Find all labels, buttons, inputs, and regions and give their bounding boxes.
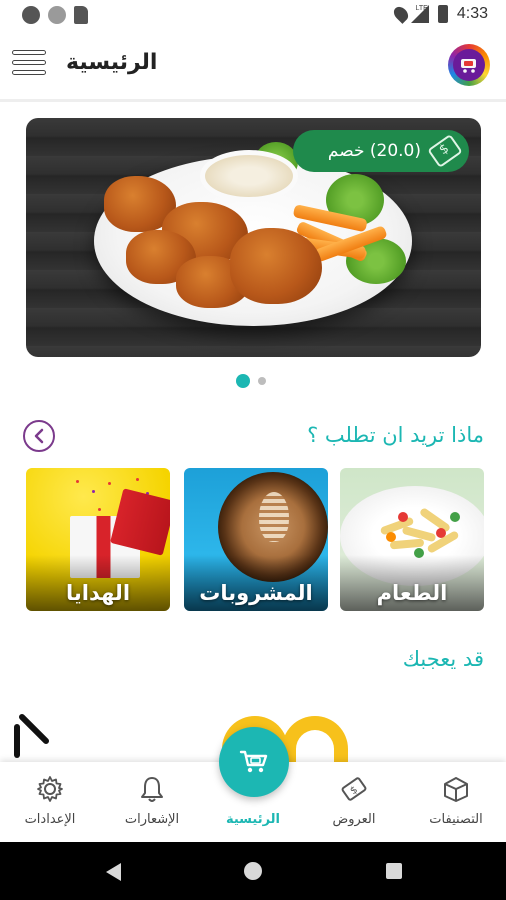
- location-icon: [390, 4, 411, 24]
- category-card-gifts[interactable]: الهدايا: [26, 468, 170, 611]
- nav-label: الإعدادات: [24, 812, 76, 827]
- category-label: المشروبات: [199, 581, 313, 605]
- status-time: 4:33: [456, 5, 488, 22]
- suggestion-logo-decor: [282, 716, 348, 762]
- status-right-icons: LTE 4:33: [390, 4, 488, 24]
- nav-label: الإشعارات: [124, 812, 180, 827]
- circle-icon: [48, 6, 66, 24]
- nav-label: الرئيسية: [225, 812, 281, 827]
- status-left-icons: [22, 6, 88, 24]
- hamburger-menu-icon[interactable]: [12, 50, 46, 82]
- battery-icon: [437, 5, 448, 23]
- back-icon[interactable]: [106, 863, 121, 881]
- app-bar: الرئيسية: [0, 30, 506, 102]
- sd-card-icon: [74, 6, 88, 24]
- promo-banner[interactable]: (20.0) خصم: [26, 118, 481, 357]
- home-icon[interactable]: [244, 862, 262, 880]
- nav-item-notifications[interactable]: الإشعارات: [102, 762, 202, 842]
- price-tag-icon: $: [341, 777, 367, 801]
- price-tag-icon: [427, 133, 463, 169]
- latte-art-decor: [259, 492, 289, 542]
- carousel-pager: [236, 374, 266, 388]
- cart-icon: [461, 59, 476, 73]
- pager-dot-active[interactable]: [236, 374, 250, 388]
- category-label: الطعام: [376, 581, 448, 605]
- category-label: الهدايا: [65, 581, 131, 605]
- pager-dot[interactable]: [258, 377, 266, 385]
- nav-item-offers[interactable]: $ العروض: [304, 762, 404, 842]
- box-icon: [444, 777, 468, 802]
- dip-bowl-image: [200, 150, 298, 202]
- nav-label: التصنيفات: [429, 812, 483, 827]
- status-bar: LTE 4:33: [0, 0, 506, 30]
- chevron-left-icon[interactable]: [23, 420, 55, 452]
- nav-item-categories[interactable]: التصنيفات: [406, 762, 506, 842]
- discount-text: (20.0) خصم: [327, 141, 421, 161]
- discount-badge[interactable]: (20.0) خصم: [293, 130, 469, 172]
- network-type: LTE: [415, 4, 428, 12]
- bell-icon: [141, 777, 163, 802]
- suggestion-image-decor: [14, 724, 20, 758]
- cart-icon: [239, 750, 268, 773]
- system-navigation-bar: [0, 842, 506, 900]
- page-title: الرئيسية: [66, 50, 158, 75]
- chicken-wing-image: [230, 228, 322, 304]
- nav-item-settings[interactable]: الإعدادات: [0, 762, 100, 842]
- chat-icon: [22, 6, 40, 24]
- suggestion-image-decor: [17, 712, 51, 746]
- category-card-drinks[interactable]: المشروبات: [184, 468, 328, 611]
- category-card-food[interactable]: الطعام: [340, 468, 484, 611]
- home-cart-fab[interactable]: [219, 727, 289, 797]
- recent-apps-icon[interactable]: [386, 863, 402, 879]
- nav-label: العروض: [332, 812, 376, 827]
- suggestions-title: قد يعجبك: [402, 647, 484, 671]
- categories-title: ماذا تريد ان تطلب ؟: [307, 423, 484, 447]
- cart-logo-icon[interactable]: [448, 44, 490, 86]
- gear-icon: [37, 776, 63, 802]
